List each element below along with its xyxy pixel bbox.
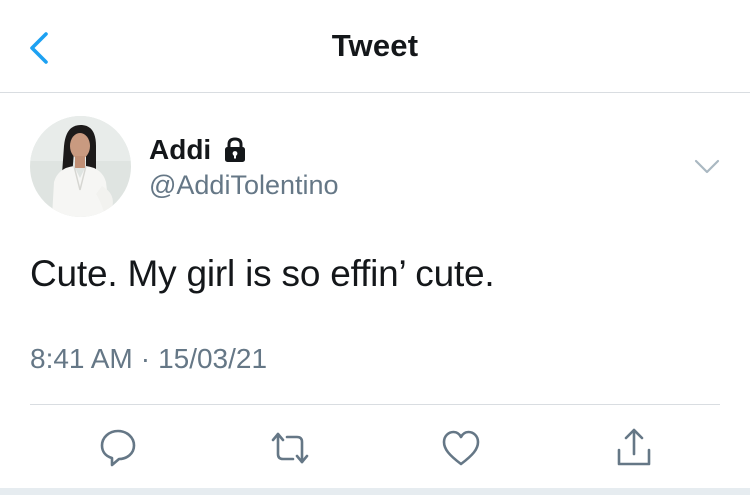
timestamp-separator: · <box>140 343 151 374</box>
heart-icon <box>442 430 480 466</box>
tweet-time: 8:41 AM <box>30 343 133 374</box>
tweet-detail-screen: Tweet Addi @AddiTolentino Cute. My girl … <box>0 0 750 495</box>
action-bar <box>0 424 750 474</box>
retweet-icon <box>271 432 309 464</box>
chevron-down-icon <box>694 159 720 174</box>
lock-icon <box>225 137 246 162</box>
page-title: Tweet <box>331 28 419 63</box>
divider <box>30 404 720 405</box>
retweet-button[interactable] <box>266 424 314 472</box>
nav-header: Tweet <box>0 0 750 93</box>
bottom-separator <box>0 488 750 495</box>
like-button[interactable] <box>437 424 485 472</box>
display-name: Addi <box>149 134 212 165</box>
tweet-text: Cute. My girl is so effin’ cute. <box>30 253 495 294</box>
more-options-button[interactable] <box>690 152 724 180</box>
author-handle[interactable]: @AddiTolentino <box>149 170 339 201</box>
author-name-row[interactable]: Addi <box>149 132 250 168</box>
avatar-photo <box>30 116 131 217</box>
reply-icon <box>100 429 136 467</box>
share-icon <box>617 428 651 466</box>
share-button[interactable] <box>610 424 658 472</box>
avatar[interactable] <box>30 116 131 217</box>
tweet-timestamp: 8:41 AM · 15/03/21 <box>30 343 267 375</box>
tweet-date: 15/03/21 <box>158 343 268 374</box>
reply-button[interactable] <box>94 424 142 472</box>
